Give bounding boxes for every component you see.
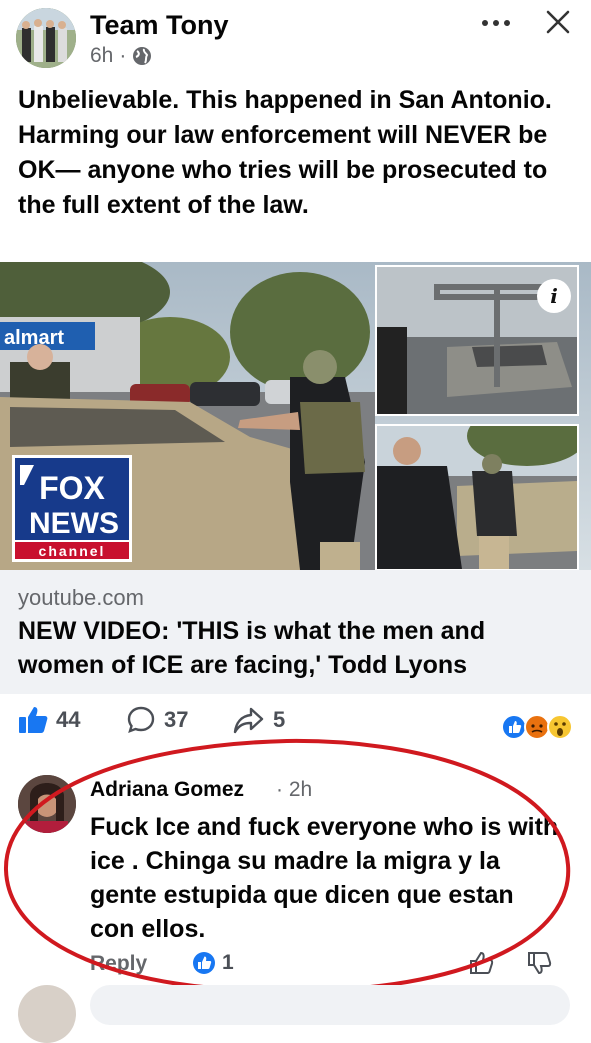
like-button[interactable]: 44	[18, 705, 80, 735]
video-thumbnail[interactable]: almart i FOX NEWS channel	[0, 262, 591, 570]
post-text: Unbelievable. This happened in San Anton…	[18, 86, 552, 219]
fox-news-logo: FOX NEWS channel	[12, 455, 132, 562]
comment-input[interactable]	[90, 985, 570, 1025]
post-meta: 6h ·	[90, 44, 152, 68]
fox-logo-text-2: NEWS	[29, 507, 119, 540]
share-count: 5	[273, 707, 286, 732]
globe-icon	[133, 47, 152, 65]
video-thumbnail-inset-2[interactable]	[375, 424, 579, 570]
comment-button[interactable]: 37	[126, 705, 188, 735]
share-icon	[233, 707, 264, 734]
fox-logo-text-1: FOX	[39, 470, 105, 506]
comment-icon	[127, 706, 155, 733]
post-time[interactable]: 6h	[90, 44, 113, 68]
page-name[interactable]: Team Tony	[90, 10, 229, 41]
share-button[interactable]: 5	[233, 705, 285, 735]
red-annotation-circle	[3, 738, 571, 994]
info-icon[interactable]: i	[537, 279, 571, 313]
link-title[interactable]: NEW VIDEO: 'THIS is what the men and wom…	[18, 614, 578, 682]
link-domain[interactable]: youtube.com	[18, 585, 144, 611]
fox-logo-text-3: channel	[39, 543, 106, 559]
like-count: 44	[56, 707, 81, 732]
meta-separator: ·	[119, 44, 127, 67]
page-avatar[interactable]	[16, 8, 76, 68]
inset-still-2	[377, 426, 577, 569]
thumbs-up-icon	[19, 707, 48, 733]
comment-count: 37	[164, 707, 189, 732]
next-commenter-avatar[interactable]	[18, 985, 76, 1043]
more-icon	[482, 20, 510, 26]
close-icon[interactable]	[545, 9, 571, 35]
more-options-button[interactable]	[478, 8, 514, 46]
